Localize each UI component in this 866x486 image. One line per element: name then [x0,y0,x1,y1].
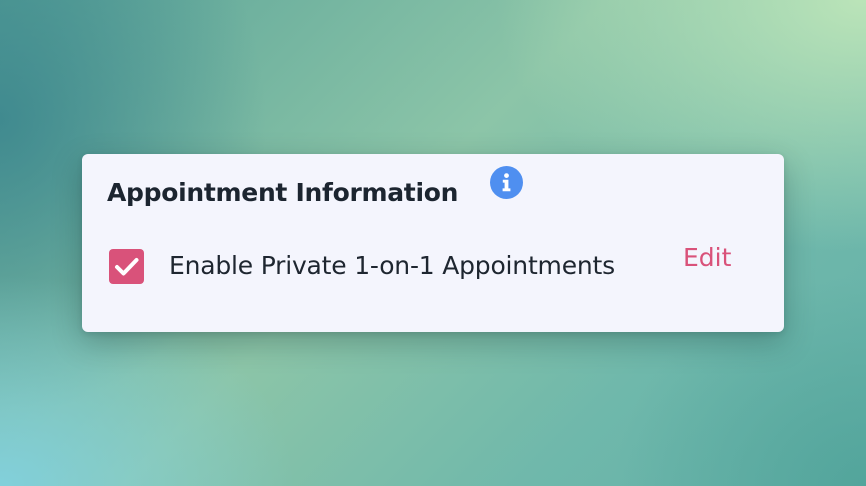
enable-private-appointments-checkbox[interactable] [109,249,144,284]
appointment-information-card: Appointment Information Enable Private 1… [82,154,784,332]
info-icon[interactable] [490,166,523,199]
edit-link[interactable]: Edit [683,243,731,272]
enable-private-appointments-label: Enable Private 1-on-1 Appointments [169,251,615,280]
card-title: Appointment Information [107,178,459,207]
checkmark-icon [115,258,139,276]
